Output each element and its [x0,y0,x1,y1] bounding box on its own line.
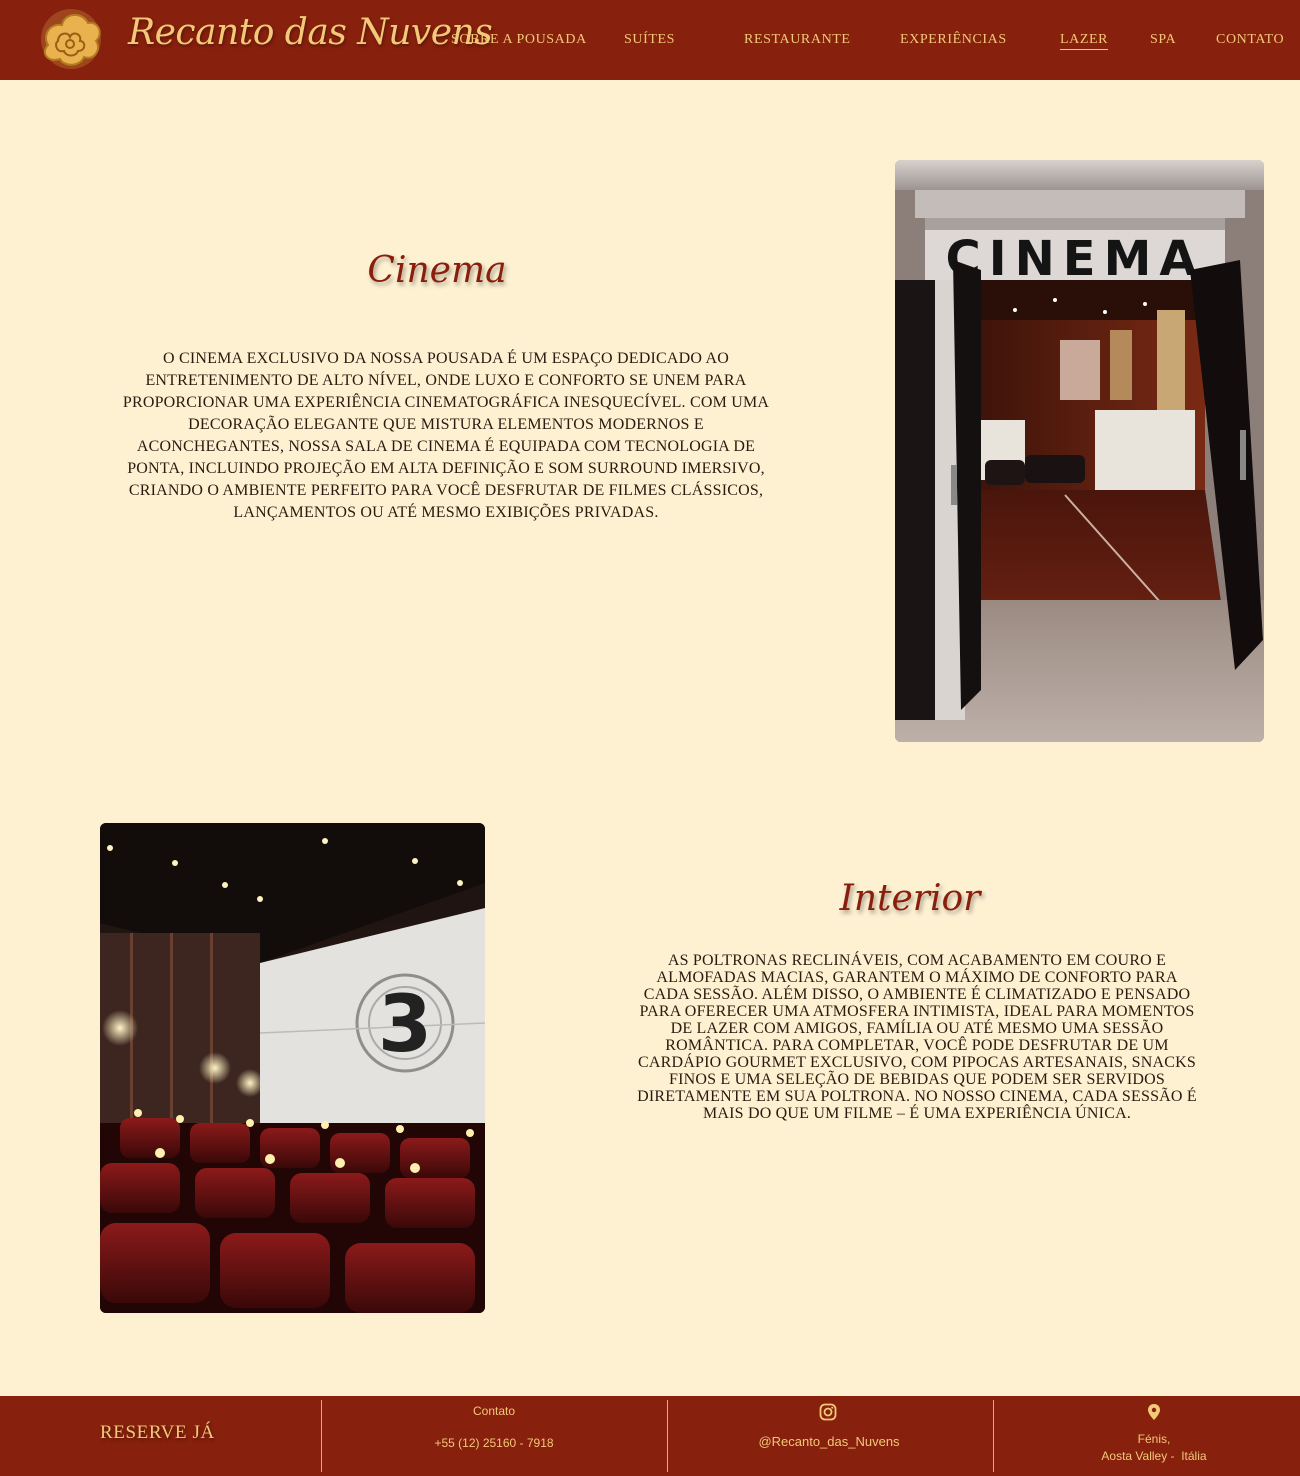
nav-contato[interactable]: Contato [1216,32,1284,48]
cinema-description: O cinema exclusivo da nossa pousada é um… [122,350,770,521]
nav-lazer[interactable]: Lazer [1060,32,1109,50]
footer-divider [321,1400,322,1472]
countdown-number: 3 [378,980,432,1070]
instagram-icon[interactable] [819,1403,837,1421]
interior-title: Interior [839,878,981,919]
nav-sobre-a-pousada[interactable]: Sobre a pousada [451,32,587,48]
location-region: Aosta Valley - Itália [1101,1449,1207,1463]
brand-name[interactable]: Recanto das Nuvens [128,12,493,53]
site-header: Recanto das Nuvens Sobre a pousada Suíte… [0,0,1300,80]
contact-label: Contato [472,1404,516,1418]
nav-restaurante[interactable]: Restaurante [744,32,851,48]
nav-spa[interactable]: Spa [1150,32,1176,48]
cinema-sign-text: CINEMA [946,231,1205,287]
interior-description: As poltronas reclináveis, com acabamento… [637,952,1197,1122]
footer-divider [993,1400,994,1472]
instagram-handle[interactable]: @Recanto_das_Nuvens [729,1434,929,1449]
cloud-logo-icon[interactable] [36,5,106,73]
map-pin-icon [1148,1404,1160,1420]
nav-suites[interactable]: Suítes [624,32,675,48]
cinema-entrance-photo: CINEMA [895,160,1264,742]
reserve-button[interactable]: RESERVE JÁ [100,1422,215,1444]
footer-divider [667,1400,668,1472]
cinema-interior-photo: 3 [100,823,485,1313]
cinema-title: Cinema [367,250,507,291]
location-city: Fénis, [1137,1432,1171,1446]
contact-phone[interactable]: +55 (12) 25160 - 7918 [394,1436,594,1450]
site-footer: RESERVE JÁ Contato +55 (12) 25160 - 7918… [0,1396,1300,1476]
nav-experiencias[interactable]: Experiências [900,32,1007,48]
